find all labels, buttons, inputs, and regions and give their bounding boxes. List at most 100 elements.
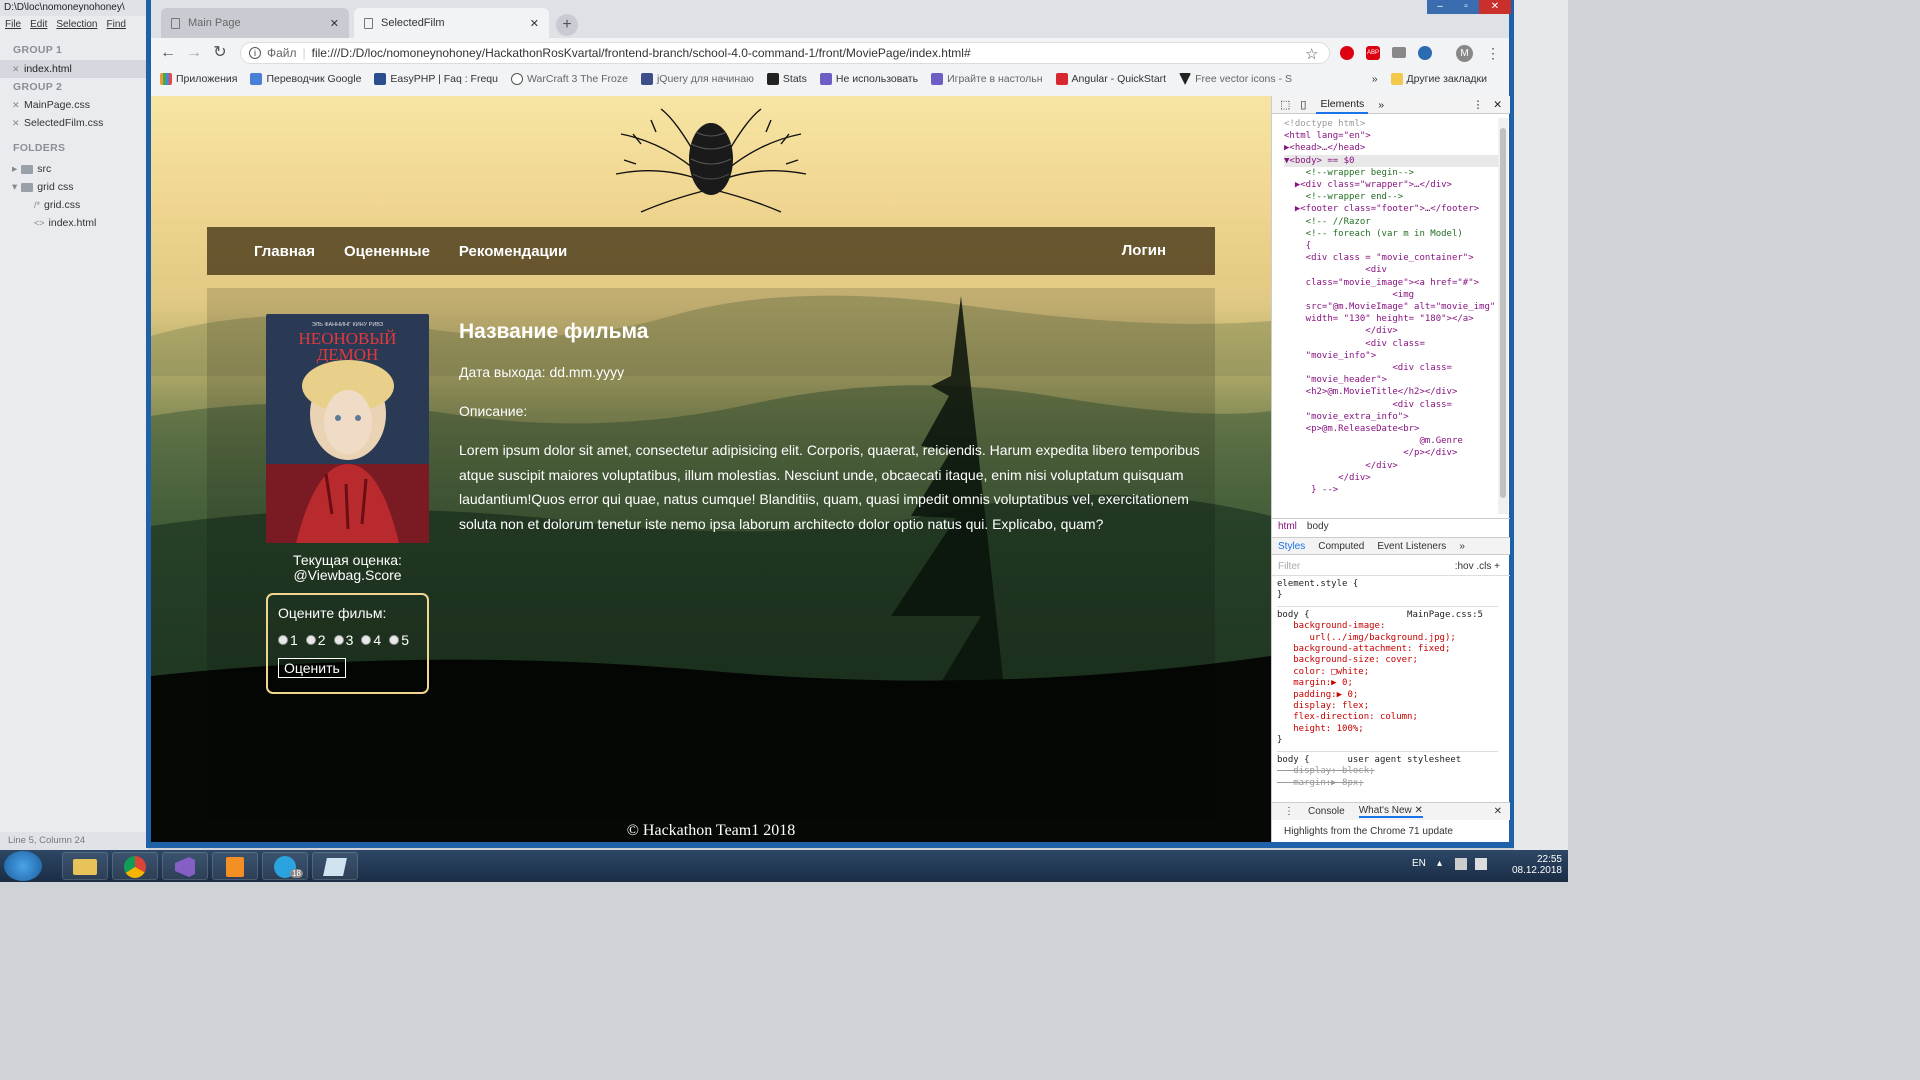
bookmark-stats[interactable]: Stats xyxy=(766,73,807,85)
dom-line[interactable]: <div class= xyxy=(1284,362,1498,374)
radio-icon[interactable] xyxy=(278,635,288,645)
taskbar-visual-studio[interactable] xyxy=(162,852,208,880)
close-icon[interactable]: ✕ xyxy=(12,118,20,129)
maximize-button[interactable]: ▫ xyxy=(1453,0,1479,14)
rating-radio-2[interactable]: 2 xyxy=(305,632,326,648)
menu-edit[interactable]: Edit xyxy=(30,19,47,32)
dom-line[interactable]: class="movie_image"><a href="#"> xyxy=(1284,277,1498,289)
dom-line[interactable]: @m.Genre xyxy=(1284,435,1498,447)
menu-find[interactable]: Find xyxy=(107,19,126,32)
devtools-close-icon[interactable]: ✕ xyxy=(1493,99,1502,111)
nav-recommendations[interactable]: Рекомендации xyxy=(459,243,567,260)
dom-line[interactable]: <div class= xyxy=(1284,338,1498,350)
dom-line[interactable]: <img xyxy=(1284,289,1498,301)
minimize-button[interactable]: ‒ xyxy=(1427,0,1453,14)
bookmark-vector-icons[interactable]: Free vector icons - S xyxy=(1179,73,1292,85)
tab-whats-new[interactable]: What's New ✕ xyxy=(1358,805,1423,818)
new-tab-button[interactable]: + xyxy=(556,14,578,36)
dom-line[interactable]: { xyxy=(1284,240,1498,252)
camera-icon[interactable] xyxy=(1392,47,1406,58)
bookmark-ne-ispolzovat[interactable]: Не использовать xyxy=(819,73,918,85)
more-tabs-icon[interactable]: » xyxy=(1378,99,1384,111)
bookmark-translate[interactable]: Переводчик Google xyxy=(250,73,361,85)
bookmark-jquery[interactable]: jQuery для начинаю xyxy=(640,73,754,85)
radio-icon[interactable] xyxy=(361,635,372,645)
dom-line[interactable]: </div> xyxy=(1284,460,1498,472)
reload-icon[interactable]: ↻ xyxy=(210,44,230,64)
styles-filter-input[interactable]: Filter :hov .cls + xyxy=(1272,558,1510,576)
close-tab-icon[interactable]: ✕ xyxy=(330,17,339,30)
dom-line[interactable]: <!--wrapper end--> xyxy=(1284,191,1498,203)
open-file-selectedfilm[interactable]: ✕ SelectedFilm.css xyxy=(0,114,148,132)
taskbar-chrome[interactable] xyxy=(112,852,158,880)
dom-line[interactable]: <div class= xyxy=(1284,399,1498,411)
crumb-body[interactable]: body xyxy=(1307,521,1329,532)
tab-main-page[interactable]: Main Page ✕ xyxy=(161,8,349,38)
open-file-mainpage[interactable]: ✕ MainPage.css xyxy=(0,96,148,114)
taskbar-telegram[interactable]: 18 xyxy=(262,852,308,880)
tree-file-index-html[interactable]: <> index.html xyxy=(0,214,148,232)
bookmark-star-icon[interactable]: ☆ xyxy=(1305,45,1318,63)
language-indicator[interactable]: EN xyxy=(1412,858,1426,869)
bookmark-warcraft[interactable]: WarCraft 3 The Froze xyxy=(511,73,628,85)
menu-selection[interactable]: Selection xyxy=(56,19,97,32)
dom-line[interactable]: </div> xyxy=(1284,325,1498,337)
drawer-menu-icon[interactable]: ⋮ xyxy=(1284,806,1294,817)
rating-radio-3[interactable]: 3 xyxy=(333,632,353,648)
dom-line[interactable]: </div> xyxy=(1284,472,1498,484)
address-bar[interactable]: i Файл | file:///D:/D/loc/nomoneynohoney… xyxy=(240,42,1330,64)
more-tabs-icon[interactable]: » xyxy=(1459,541,1465,552)
radio-icon[interactable] xyxy=(389,635,400,645)
dom-line[interactable]: <!-- //Razor xyxy=(1284,216,1498,228)
dom-line[interactable]: <div class = "movie_container"> xyxy=(1284,252,1498,264)
bookmark-easyphp[interactable]: EasyPHP | Faq : Frequ xyxy=(374,73,498,85)
folder-grid-css[interactable]: ▾ grid css xyxy=(0,178,148,196)
dom-line[interactable]: } --> xyxy=(1284,484,1498,496)
tab-console[interactable]: Console xyxy=(1308,806,1345,817)
tray-expand-icon[interactable]: ▴ xyxy=(1437,858,1442,869)
nav-home[interactable]: Главная xyxy=(254,243,315,260)
rate-submit-button[interactable]: Оценить xyxy=(278,658,346,678)
extension-icon[interactable] xyxy=(1418,46,1432,60)
back-icon[interactable]: ← xyxy=(158,44,178,64)
dom-line[interactable]: src="@m.MovieImage" alt="movie_img" xyxy=(1284,301,1498,313)
network-icon[interactable] xyxy=(1455,858,1467,870)
action-center-icon[interactable] xyxy=(1475,858,1487,870)
dom-line[interactable]: <!doctype html> xyxy=(1284,118,1498,130)
close-window-button[interactable]: ✕ xyxy=(1479,0,1511,14)
open-file-index[interactable]: ✕ index.html xyxy=(0,60,148,78)
tree-file-grid-css[interactable]: /* grid.css xyxy=(0,196,148,214)
radio-icon[interactable] xyxy=(305,635,316,645)
bookmark-angular[interactable]: Angular - QuickStart xyxy=(1055,73,1166,85)
tab-elements[interactable]: Elements xyxy=(1316,96,1369,114)
dom-line[interactable]: <p>@m.ReleaseDate<br> xyxy=(1284,423,1498,435)
dom-line[interactable]: </p></div> xyxy=(1284,447,1498,459)
start-button[interactable] xyxy=(4,851,42,881)
dom-line[interactable]: ▶<div class="wrapper">…</div> xyxy=(1284,179,1498,191)
menu-dots-icon[interactable]: ⋮ xyxy=(1486,45,1500,62)
close-tab-icon[interactable]: ✕ xyxy=(530,17,539,30)
device-toggle-icon[interactable]: ▯ xyxy=(1300,98,1306,111)
dom-line[interactable]: <div xyxy=(1284,264,1498,276)
info-icon[interactable]: i xyxy=(249,47,261,59)
tab-computed[interactable]: Computed xyxy=(1318,541,1364,552)
nav-login[interactable]: Логин xyxy=(1122,242,1166,259)
menu-file[interactable]: File xyxy=(5,19,21,32)
tab-event-listeners[interactable]: Event Listeners xyxy=(1377,541,1446,552)
dom-line[interactable]: <!-- foreach (var m in Model) xyxy=(1284,228,1498,240)
filter-tools[interactable]: :hov .cls + xyxy=(1455,561,1500,572)
dom-scrollbar[interactable] xyxy=(1498,118,1508,514)
rating-radio-4[interactable]: 4 xyxy=(361,632,381,648)
devtools-menu-icon[interactable]: ⋮ xyxy=(1473,99,1484,111)
adblock-icon[interactable]: ABP xyxy=(1366,46,1380,60)
dom-line[interactable]: "movie_info"> xyxy=(1284,350,1498,362)
taskbar-app[interactable] xyxy=(312,852,358,880)
tab-selected-film[interactable]: SelectedFilm ✕ xyxy=(354,8,549,38)
folder-src[interactable]: ▸ src xyxy=(0,160,148,178)
close-icon[interactable]: ✕ xyxy=(12,64,20,75)
rating-radio-5[interactable]: 5 xyxy=(389,632,409,648)
bookmark-boardgames[interactable]: Играйте в настольн xyxy=(931,73,1043,85)
drawer-close-icon[interactable]: ✕ xyxy=(1494,806,1502,817)
dom-line[interactable]: width= "130" height= "180"></a> xyxy=(1284,313,1498,325)
bookmarks-more[interactable]: » xyxy=(1372,73,1378,85)
